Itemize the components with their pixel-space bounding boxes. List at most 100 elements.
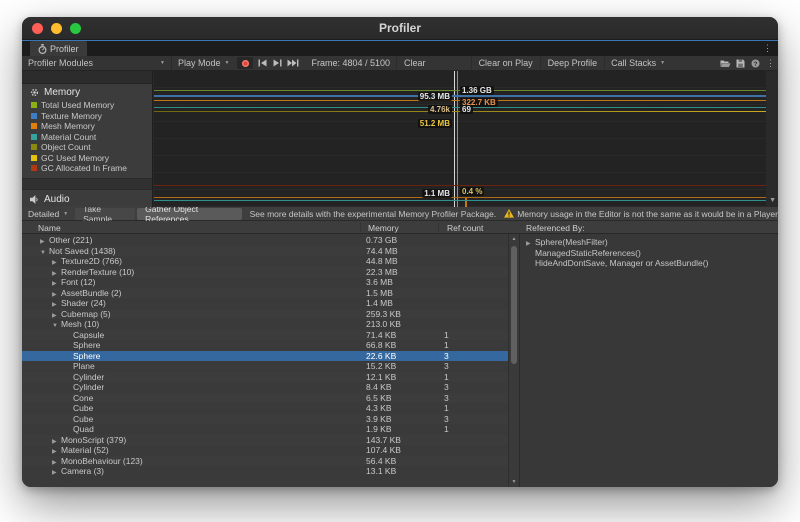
chevron-down-icon: ▼ — [660, 60, 665, 66]
table-row[interactable]: Sphere66.8 KB1 — [22, 340, 508, 351]
column-header-ref-count[interactable]: Ref count — [447, 223, 483, 233]
speaker-icon — [30, 195, 39, 204]
table-row[interactable]: Plane15.2 KB3 — [22, 361, 508, 372]
table-row[interactable]: ▼Mesh (10)213.0 KB — [22, 319, 508, 330]
row-name-label: Plane — [73, 361, 95, 371]
tab-menu-icon[interactable]: ⋮ — [763, 44, 772, 53]
module-separator — [22, 178, 152, 190]
cell-memory: 74.4 MB — [366, 246, 398, 257]
table-row[interactable]: ▶RenderTexture (10)22.3 MB — [22, 267, 508, 278]
referenced-by-item[interactable]: ManagedStaticReferences() — [520, 248, 778, 259]
deep-profile-button[interactable]: Deep Profile — [540, 56, 605, 70]
cell-name: ▼Mesh (10) — [22, 319, 99, 329]
cell-memory: 71.4 KB — [366, 330, 396, 341]
help-button[interactable]: ? — [748, 56, 763, 70]
column-header-memory[interactable]: Memory — [368, 223, 399, 233]
call-stacks-dropdown[interactable]: Call Stacks ▼ — [604, 56, 671, 70]
table-row-selected[interactable]: Sphere22.6 KB3 — [22, 351, 508, 362]
module-area: Memory Total Used MemoryTexture MemoryMe… — [22, 71, 778, 207]
legend-label: GC Used Memory — [41, 153, 109, 163]
referenced-by-item[interactable]: ▶Sphere(MeshFilter) — [520, 237, 778, 248]
gather-object-references-button[interactable]: Gather Object References — [137, 208, 241, 220]
legend-color-swatch — [31, 113, 37, 119]
help-icon: ? — [751, 59, 760, 68]
cell-memory: 1.4 MB — [366, 298, 393, 309]
table-row[interactable]: ▶Texture2D (766)44.8 MB — [22, 256, 508, 267]
next-frame-button[interactable] — [270, 56, 285, 70]
expander-icon[interactable]: ▶ — [52, 468, 61, 479]
table-row[interactable]: ▶AssetBundle (2)1.5 MB — [22, 288, 508, 299]
cell-memory: 4.3 KB — [366, 403, 392, 414]
toolbar-menu-icon[interactable]: ⋮ — [763, 56, 778, 70]
cell-memory: 259.3 KB — [366, 309, 401, 320]
chart-value-label: 1.1 MB — [422, 189, 452, 198]
legend-item[interactable]: Material Count — [31, 132, 152, 143]
save-profile-button[interactable] — [733, 56, 748, 70]
referenced-by-item[interactable]: HideAndDontSave, Manager or AssetBundle(… — [520, 258, 778, 269]
table-row[interactable]: ▶Shader (24) 1.4 MB — [22, 298, 508, 309]
legend-item[interactable]: Total Used Memory — [31, 100, 152, 111]
audio-module-header[interactable]: Audio — [22, 192, 152, 208]
legend-item[interactable]: GC Used Memory — [31, 153, 152, 164]
profiler-modules-dropdown[interactable]: Profiler Modules ▼ — [22, 56, 172, 70]
memory-chart[interactable]: 95.3 MB1.36 GB322.7 KB4.76k6951.2 MB1.1 … — [154, 71, 766, 207]
scroll-down-icon[interactable]: ▼ — [509, 479, 519, 485]
scrollbar-thumb[interactable] — [511, 246, 517, 364]
referenced-by-header: Referenced By: — [526, 223, 585, 233]
row-name-label: MonoBehaviour (123) — [61, 456, 143, 466]
take-sample-button[interactable]: Take Sample — [75, 208, 135, 220]
tab-profiler[interactable]: Profiler — [30, 41, 87, 56]
legend-item[interactable]: Mesh Memory — [31, 121, 152, 132]
scroll-up-icon[interactable]: ▲ — [509, 236, 519, 242]
chevron-down-icon: ▼ — [225, 60, 230, 66]
cell-name: Cube — [22, 403, 93, 413]
row-name-label: Other (221) — [49, 235, 92, 245]
column-header-name[interactable]: Name — [38, 223, 61, 233]
module-scroll-down-icon[interactable]: ▼ — [769, 197, 776, 204]
chart-line — [154, 200, 766, 201]
play-mode-dropdown[interactable]: Play Mode ▼ — [172, 56, 235, 70]
cell-name: ▶Shader (24) — [22, 298, 106, 308]
row-name-label: MonoScript (379) — [61, 435, 126, 445]
table-row[interactable]: Cone6.5 KB3 — [22, 393, 508, 404]
cell-name: ▶Material (52) — [22, 445, 109, 455]
table-row[interactable]: ▶Material (52) 107.4 KB — [22, 445, 508, 456]
detailed-dropdown[interactable]: Detailed ▼ — [22, 207, 74, 220]
table-row[interactable]: ▶Camera (3)13.1 KB — [22, 466, 508, 477]
table-row[interactable]: Capsule71.4 KB1 — [22, 330, 508, 341]
tree-scrollbar[interactable]: ▲ ▼ — [508, 234, 518, 487]
table-row[interactable]: Cylinder12.1 KB1 — [22, 372, 508, 383]
table-row[interactable]: Cube4.3 KB1 — [22, 403, 508, 414]
current-frame-button[interactable] — [285, 56, 300, 70]
selected-frame-line[interactable] — [454, 71, 455, 207]
legend-item[interactable]: GC Allocated In Frame — [31, 163, 152, 174]
row-name-label: AssetBundle (2) — [61, 288, 121, 298]
memory-module-header[interactable]: Memory — [22, 84, 152, 100]
previous-frame-button[interactable] — [255, 56, 270, 70]
table-row[interactable]: ▶MonoBehaviour (123)56.4 KB — [22, 456, 508, 467]
table-row[interactable]: Quad1.9 KB1 — [22, 424, 508, 435]
row-name-label: Not Saved (1438) — [49, 246, 116, 256]
legend-item[interactable]: Texture Memory — [31, 111, 152, 122]
record-button[interactable] — [237, 57, 253, 69]
row-name-label: Shader (24) — [61, 298, 106, 308]
table-row[interactable]: ▶MonoScript (379)143.7 KB — [22, 435, 508, 446]
table-row[interactable]: ▶Other (221)0.73 GB — [22, 235, 508, 246]
table-row[interactable]: ▶Cubemap (5)259.3 KB — [22, 309, 508, 320]
cell-memory: 1.5 MB — [366, 288, 393, 299]
cell-memory: 0.73 GB — [366, 235, 397, 246]
clear-on-play-button[interactable]: Clear on Play — [471, 56, 540, 70]
table-row[interactable]: Cylinder8.4 KB3 — [22, 382, 508, 393]
row-name-label: Sphere — [73, 351, 100, 361]
table-row[interactable]: ▶Font (12)3.6 MB — [22, 277, 508, 288]
cell-name: ▶MonoScript (379) — [22, 435, 126, 445]
cell-memory: 107.4 KB — [366, 445, 401, 456]
load-profile-button[interactable] — [718, 56, 733, 70]
legend-label: Texture Memory — [41, 111, 102, 121]
legend-item[interactable]: Object Count — [31, 142, 152, 153]
table-row[interactable]: Cube3.9 KB3 — [22, 414, 508, 425]
table-row[interactable]: ▼Not Saved (1438)74.4 MB — [22, 246, 508, 257]
row-name-label: Texture2D (766) — [61, 256, 122, 266]
clear-button[interactable]: Clear — [396, 56, 433, 70]
detail-toolbar: Detailed ▼ Take Sample Gather Object Ref… — [22, 207, 778, 221]
